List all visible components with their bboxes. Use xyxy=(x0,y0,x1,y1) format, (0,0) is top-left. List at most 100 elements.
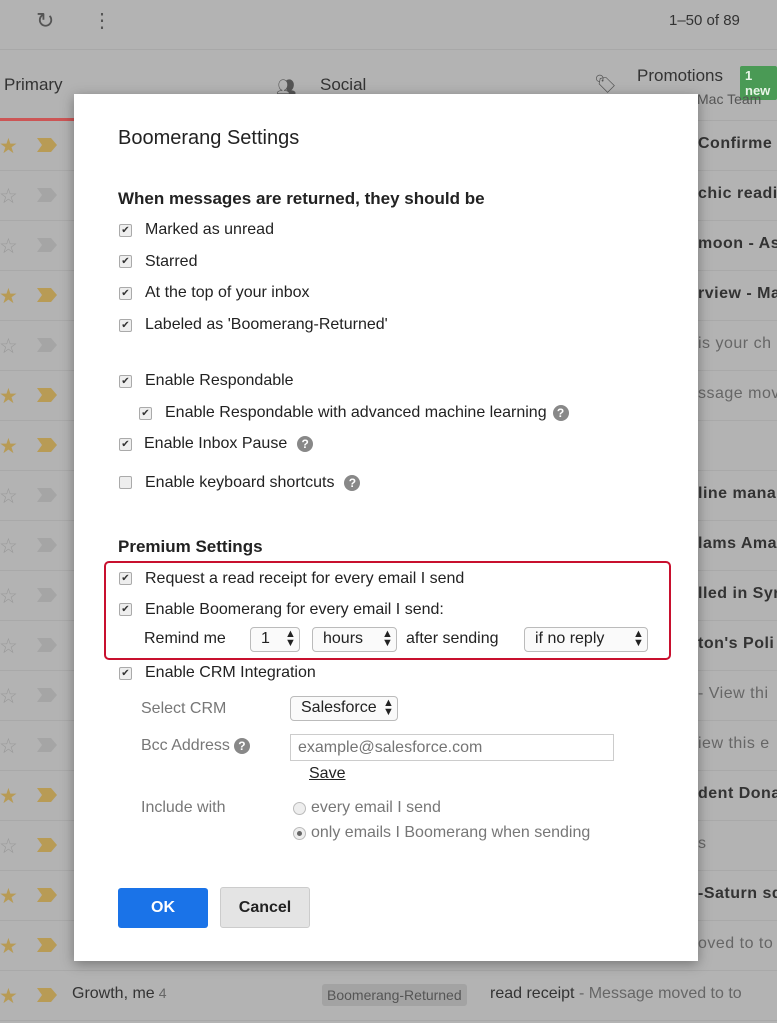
email-subject: read receipt - Message moved to to xyxy=(490,985,742,1002)
bcc-label: Bcc Address? xyxy=(141,737,250,755)
keyboard-shortcuts-label: Enable keyboard shortcuts? xyxy=(145,474,361,492)
important-icon[interactable] xyxy=(37,888,57,902)
respondable-label: Enable Respondable xyxy=(145,372,294,389)
promotions-sender: Mac Team xyxy=(697,91,762,107)
star-icon[interactable]: ☆ xyxy=(0,634,18,659)
star-icon[interactable]: ☆ xyxy=(0,684,18,709)
returned-heading: When messages are returned, they should … xyxy=(118,189,485,208)
important-icon[interactable] xyxy=(37,938,57,952)
include-with-label: Include with xyxy=(141,799,226,816)
respondable-ml-checkbox[interactable]: ✔ xyxy=(139,407,152,420)
include-only-label: only emails I Boomerang when sending xyxy=(311,824,591,841)
important-icon[interactable] xyxy=(37,688,57,702)
star-icon[interactable]: ☆ xyxy=(0,534,18,559)
tag-icon: 🏷︎ xyxy=(594,74,617,94)
help-icon[interactable]: ? xyxy=(552,404,569,421)
more-vert-icon[interactable]: ⋮ xyxy=(92,8,112,33)
top-inbox-checkbox[interactable]: ✔ xyxy=(119,287,132,300)
help-icon[interactable]: ? xyxy=(297,435,314,452)
crm-select[interactable]: Salesforce ▲ ▼ xyxy=(290,696,398,721)
email-snippet: Confirme xyxy=(698,135,773,152)
star-icon[interactable]: ☆ xyxy=(0,234,18,259)
important-icon[interactable] xyxy=(37,838,57,852)
labeled-checkbox[interactable]: ✔ xyxy=(119,319,132,332)
star-icon[interactable]: ★ xyxy=(0,284,18,309)
important-icon[interactable] xyxy=(37,338,57,352)
important-icon[interactable] xyxy=(37,788,57,802)
important-icon[interactable] xyxy=(37,238,57,252)
updown-icon: ▲ ▼ xyxy=(285,628,296,649)
star-icon[interactable]: ☆ xyxy=(0,184,18,209)
star-icon[interactable]: ☆ xyxy=(0,484,18,509)
star-icon[interactable]: ★ xyxy=(0,434,18,459)
remind-me-label: Remind me xyxy=(144,630,226,647)
star-icon[interactable]: ★ xyxy=(0,934,18,959)
important-icon[interactable] xyxy=(37,438,57,452)
crm-checkbox[interactable]: ✔ xyxy=(119,667,132,680)
condition-select[interactable]: if no reply ▲ ▼ xyxy=(524,627,648,652)
inbox-pause-checkbox[interactable]: ✔ xyxy=(119,438,132,451)
star-icon[interactable]: ☆ xyxy=(0,584,18,609)
email-snippet: chic readi xyxy=(698,185,777,202)
after-sending-label: after sending xyxy=(406,630,499,647)
important-icon[interactable] xyxy=(37,288,57,302)
starred-checkbox[interactable]: ✔ xyxy=(119,255,132,268)
email-sender: Growth, me 4 xyxy=(72,985,167,1002)
important-icon[interactable] xyxy=(37,138,57,152)
star-icon[interactable]: ☆ xyxy=(0,334,18,359)
important-icon[interactable] xyxy=(37,988,57,1002)
pagination-count: 1–50 of 89 xyxy=(669,12,740,29)
important-icon[interactable] xyxy=(37,538,57,552)
include-every-radio[interactable] xyxy=(293,802,306,815)
email-snippet: ton's Poli xyxy=(698,635,775,652)
star-icon[interactable]: ★ xyxy=(0,784,18,809)
important-icon[interactable] xyxy=(37,488,57,502)
star-icon[interactable]: ☆ xyxy=(0,834,18,859)
labeled-label: Labeled as 'Boomerang-Returned' xyxy=(145,316,388,333)
email-snippet: is your ch xyxy=(698,335,772,352)
email-snippet: rview - Ma xyxy=(698,285,777,302)
ok-button[interactable]: OK xyxy=(118,888,208,928)
important-icon[interactable] xyxy=(37,638,57,652)
help-icon[interactable]: ? xyxy=(344,474,361,491)
premium-heading: Premium Settings xyxy=(118,537,263,556)
tab-promotions[interactable]: Promotions xyxy=(637,66,723,86)
star-icon[interactable]: ★ xyxy=(0,134,18,159)
star-icon[interactable]: ★ xyxy=(0,884,18,909)
include-every-label: every email I send xyxy=(311,799,441,816)
email-snippet: oved to to xyxy=(698,935,774,952)
starred-label: Starred xyxy=(145,253,198,270)
email-snippet: iew this e xyxy=(698,735,770,752)
keyboard-shortcuts-checkbox[interactable] xyxy=(119,476,132,489)
cancel-button[interactable]: Cancel xyxy=(220,887,310,928)
include-only-radio[interactable] xyxy=(293,827,306,840)
respondable-checkbox[interactable]: ✔ xyxy=(119,375,132,388)
crm-label: Enable CRM Integration xyxy=(145,664,316,681)
email-snippet: moon - As xyxy=(698,235,777,252)
respondable-ml-label: Enable Respondable with advanced machine… xyxy=(165,404,569,422)
remind-value-select[interactable]: 1 ▲ ▼ xyxy=(250,627,300,652)
email-snippet: -Saturn sq xyxy=(698,885,777,902)
save-link[interactable]: Save xyxy=(309,765,345,783)
tab-social[interactable]: Social xyxy=(320,75,366,95)
important-icon[interactable] xyxy=(37,388,57,402)
label-chip[interactable]: Boomerang-Returned xyxy=(322,984,467,1006)
star-icon[interactable]: ☆ xyxy=(0,734,18,759)
read-receipt-checkbox[interactable]: ✔ xyxy=(119,572,132,585)
refresh-icon[interactable]: ↻ xyxy=(36,8,54,34)
help-icon[interactable]: ? xyxy=(233,737,250,754)
important-icon[interactable] xyxy=(37,588,57,602)
star-icon[interactable]: ★ xyxy=(0,984,18,1009)
remind-unit-select[interactable]: hours ▲ ▼ xyxy=(312,627,397,652)
email-row[interactable]: ★ Growth, me 4 Boomerang-Returned read re… xyxy=(0,971,777,1021)
boomerang-all-checkbox[interactable]: ✔ xyxy=(119,603,132,616)
tab-primary[interactable]: Primary xyxy=(4,75,63,95)
important-icon[interactable] xyxy=(37,738,57,752)
important-icon[interactable] xyxy=(37,188,57,202)
inbox-pause-label: Enable Inbox Pause? xyxy=(144,435,314,453)
email-snippet: lled in Syr xyxy=(698,585,777,602)
unread-checkbox[interactable]: ✔ xyxy=(119,224,132,237)
bcc-address-input[interactable] xyxy=(290,734,614,761)
star-icon[interactable]: ★ xyxy=(0,384,18,409)
boomerang-settings-dialog: Boomerang Settings When messages are ret… xyxy=(74,94,698,961)
